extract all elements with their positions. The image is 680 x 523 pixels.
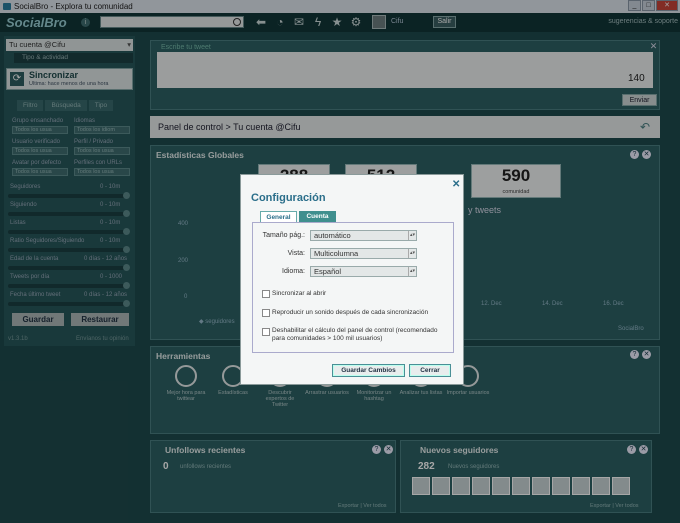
page-size-label: Tamaño pág.: — [262, 232, 305, 239]
sync-on-open-label: Sincronizar al abrir — [272, 290, 327, 297]
save-changes-button[interactable]: Guardar Cambios — [332, 364, 405, 377]
view-select[interactable]: Multicolumna ▴▾ — [310, 248, 417, 259]
page-size-select[interactable]: automático ▴▾ — [310, 230, 417, 241]
sync-on-open-checkbox[interactable] — [262, 290, 270, 298]
chevron-updown-icon: ▴▾ — [408, 249, 416, 258]
disable-calc-checkbox[interactable] — [262, 328, 270, 336]
language-select[interactable]: Español ▴▾ — [310, 266, 417, 277]
view-label: Vista: — [287, 250, 305, 257]
language-label: Idioma: — [282, 268, 305, 275]
disable-calc-label: Deshabilitar el cálculo del panel de con… — [272, 327, 438, 342]
chevron-updown-icon: ▴▾ — [408, 231, 416, 240]
general-settings-panel: Tamaño pág.: automático ▴▾ Vista: Multico… — [252, 222, 454, 353]
language-value: Español — [314, 267, 342, 276]
dialog-title: Configuración — [251, 192, 326, 204]
view-value: Multicolumna — [314, 249, 359, 258]
page-size-value: automático — [314, 231, 351, 240]
close-icon[interactable]: ✕ — [452, 179, 460, 190]
sound-label: Reproducir un sonido después de cada sin… — [272, 309, 429, 316]
chevron-updown-icon: ▴▾ — [408, 267, 416, 276]
settings-dialog: Configuración ✕ General Cuenta Tamaño pá… — [240, 174, 464, 385]
tab-cuenta[interactable]: Cuenta — [299, 211, 336, 222]
tab-general[interactable]: General — [260, 211, 297, 222]
sound-checkbox[interactable] — [262, 309, 270, 317]
dialog-close-button[interactable]: Cerrar — [409, 364, 451, 377]
